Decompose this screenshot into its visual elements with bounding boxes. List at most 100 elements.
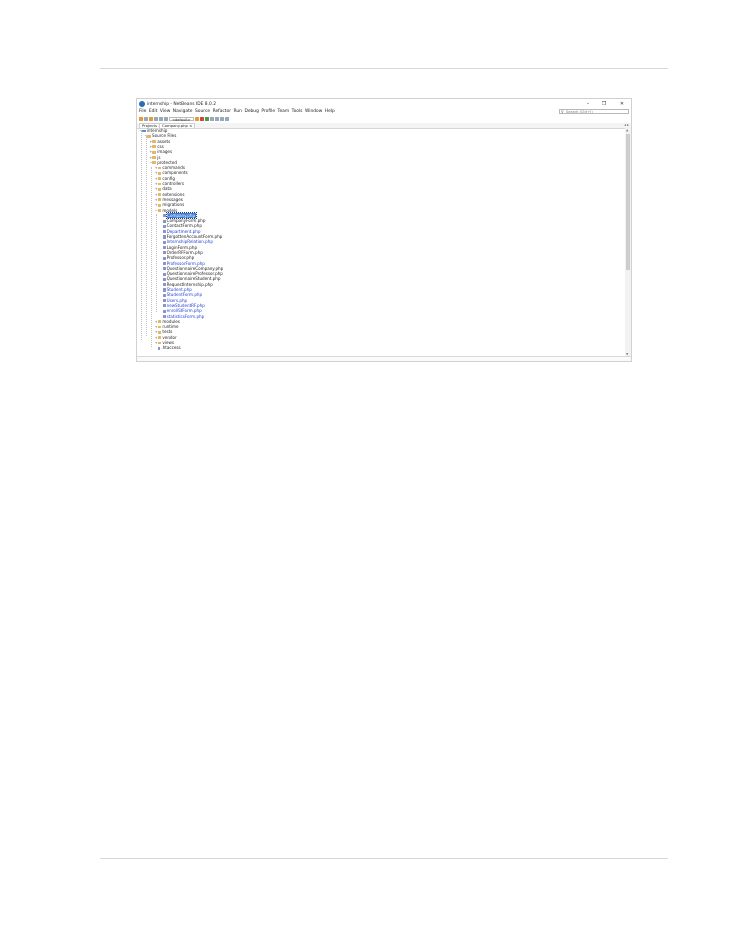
folder-icon (157, 341, 162, 345)
undo-icon[interactable] (159, 117, 163, 121)
tree-item-label: migrations (162, 202, 185, 208)
folder-icon (157, 177, 162, 181)
scroll-up-icon[interactable]: ▲ (626, 128, 628, 132)
folder-icon (152, 150, 157, 154)
minimize-button[interactable]: – (583, 101, 593, 107)
tree-item-label: .htaccess (161, 345, 181, 351)
menu-item-view[interactable]: View (160, 109, 170, 115)
toolbar: <default> (139, 116, 229, 122)
config-select[interactable]: <default> (169, 116, 194, 122)
tree-item-label: commands (162, 165, 185, 171)
menu-item-file[interactable]: File (139, 109, 146, 115)
tree-item-label: images (157, 149, 173, 155)
folder-icon (157, 336, 162, 340)
php-file-icon (162, 251, 166, 255)
new-project-icon[interactable] (139, 117, 143, 121)
php-file-icon (162, 299, 166, 303)
php-file-icon (162, 230, 166, 234)
gc-icon[interactable] (225, 117, 229, 121)
menu-bar: File Edit View Navigate Source Refactor Run Deb… (139, 109, 335, 115)
tree-item-label: Department.php (166, 228, 201, 234)
save-all-icon[interactable] (154, 117, 158, 121)
folder-icon (152, 156, 157, 159)
menu-item-help[interactable]: Help (325, 109, 335, 115)
tree-item-label: data (162, 186, 172, 192)
menu-item-tools[interactable]: Tools (292, 109, 303, 115)
tree-item-label: enrollStForm.php (166, 308, 202, 314)
project-tree: − internship − Source Files + assets + css + imag… (137, 128, 625, 356)
tree-item-label: runtime (162, 324, 179, 330)
tree-item-label: OrderRFForm.php (166, 249, 203, 255)
run-icon[interactable] (205, 117, 209, 121)
tree-item-label: newStudentRF.php (166, 302, 205, 308)
tree-item-label: assets (157, 138, 171, 144)
tree-item-label: css (157, 143, 164, 149)
php-file-icon (162, 314, 166, 319)
php-file-icon (162, 240, 166, 244)
php-file-icon (162, 235, 166, 239)
window-title: internship - NetBeans IDE 8.0.2 (147, 101, 216, 107)
php-file-icon (162, 288, 166, 292)
tree-row[interactable]: .htaccess (155, 345, 181, 350)
menu-item-source[interactable]: Source (195, 109, 210, 115)
php-file-icon (162, 224, 166, 228)
tree-item-label: components (162, 170, 188, 176)
php-file-icon (162, 293, 166, 297)
menu-item-run[interactable]: Run (234, 109, 242, 115)
tree-item-label: CompanyForm.php (166, 218, 206, 224)
search-input[interactable]: ⚲ Search (Ctrl+I) (559, 108, 629, 114)
tree-guide-line (156, 214, 158, 312)
php-file-icon (162, 267, 166, 271)
tree-item-label: config (162, 175, 175, 181)
tree-item-label: internship (146, 128, 168, 133)
close-button[interactable]: ✕ (617, 101, 627, 107)
netbeans-logo-icon (139, 101, 145, 107)
folder-icon (157, 193, 162, 196)
redo-icon[interactable] (164, 117, 168, 121)
folder-icon (157, 187, 162, 191)
maximize-button[interactable]: ❐ (599, 101, 609, 107)
step-icon[interactable] (220, 117, 224, 121)
php-file-icon (162, 214, 166, 218)
tree-item-label: modules (162, 318, 180, 324)
folder-icon (147, 134, 151, 138)
menu-item-window[interactable]: Window (305, 109, 322, 115)
tree-item-label: Company.php (165, 211, 197, 219)
folder-icon (157, 203, 162, 207)
tree-item-label: ContactForm.php (166, 223, 202, 229)
tree-item-label: QuestionnaireCompany.php (166, 265, 224, 271)
menu-item-navigate[interactable]: Navigate (173, 109, 193, 115)
folder-icon (157, 320, 162, 324)
profile-icon[interactable] (215, 117, 219, 121)
tree-item-label: views (162, 340, 174, 345)
tree-item-label: RequestInternship.php (166, 281, 213, 287)
menu-item-team[interactable]: Team (278, 109, 290, 115)
debug-icon[interactable] (210, 117, 214, 121)
php-file-icon (162, 219, 166, 223)
tree-item-label: messages (162, 196, 183, 202)
build-icon[interactable] (195, 117, 199, 121)
folder-icon (157, 325, 162, 329)
status-bar (137, 356, 631, 361)
php-file-icon (162, 283, 166, 287)
folder-icon (152, 161, 157, 165)
menu-item-debug[interactable]: Debug (244, 109, 258, 115)
menu-item-edit[interactable]: Edit (149, 109, 158, 115)
tree-item-label: vendor (162, 334, 177, 340)
menu-item-refactor[interactable]: Refactor (213, 109, 231, 115)
scroll-thumb[interactable] (626, 134, 630, 270)
php-file-icon (162, 272, 166, 276)
tree-item-label: ForgottenAccountForm.php (166, 234, 223, 239)
vertical-scrollbar[interactable]: ▲ ▼ (625, 128, 631, 356)
tree-item-label: extensions (162, 191, 185, 197)
ide-screenshot: internship - NetBeans IDE 8.0.2 – ❐ ✕ Fi… (136, 98, 632, 362)
tree-item-label: tests (162, 329, 173, 335)
new-file-icon[interactable] (144, 117, 148, 121)
tab-overflow-icon[interactable]: ◂ ▸ (624, 123, 629, 127)
tree-item-label: js (157, 154, 161, 160)
clean-build-icon[interactable] (200, 117, 204, 121)
menu-item-profile[interactable]: Profile (261, 109, 275, 115)
open-project-icon[interactable] (149, 117, 153, 121)
header-rule (100, 68, 668, 69)
tree-item-label: protected (157, 159, 177, 165)
